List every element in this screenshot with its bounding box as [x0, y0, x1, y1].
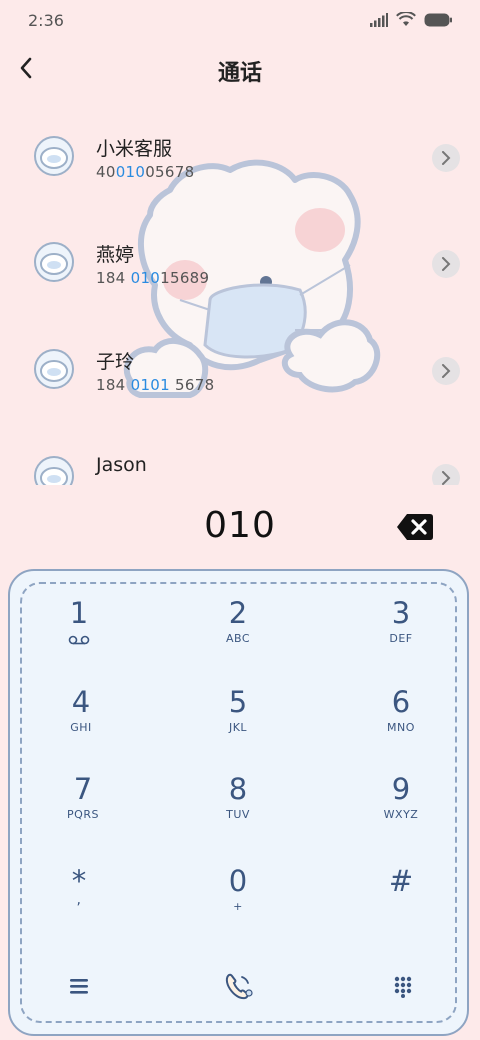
contact-detail-button[interactable]	[432, 250, 460, 278]
key-letters: +	[233, 900, 243, 913]
battery-icon	[424, 13, 452, 26]
key-digit: 6	[391, 685, 411, 719]
contact-row[interactable]: 燕婷 184 01015689	[0, 216, 480, 306]
key-digit: #	[388, 864, 414, 898]
key-star[interactable]: * ,	[14, 864, 144, 944]
contact-detail-button[interactable]	[432, 464, 460, 485]
key-digit: 0	[228, 864, 248, 898]
key-letters: WXYZ	[383, 808, 419, 821]
contact-name: 小米客服	[96, 138, 173, 160]
contact-row[interactable]: Jason	[0, 430, 480, 485]
key-digit: 9	[391, 772, 411, 806]
key-1[interactable]: 1	[14, 596, 144, 676]
contact-avatar	[34, 456, 74, 485]
contact-number: 184 0101 5678	[96, 376, 215, 394]
key-digit: 1	[69, 596, 89, 630]
key-0[interactable]: 0 +	[173, 864, 303, 944]
contact-row[interactable]: 子玲 184 0101 5678	[0, 323, 480, 413]
status-bar: 2:36	[0, 0, 480, 40]
key-digit: 5	[228, 685, 248, 719]
contact-row[interactable]: 小米客服 4001005678	[0, 110, 480, 200]
key-digit: 7	[73, 772, 93, 806]
wifi-icon	[396, 12, 416, 26]
key-letters: JKL	[228, 721, 248, 734]
dialpad-icon	[394, 976, 412, 998]
key-7[interactable]: 7 PQRS	[18, 772, 148, 852]
contact-name: 子玲	[96, 351, 135, 373]
dialpad-toggle-button[interactable]	[393, 976, 413, 1002]
contact-name: Jason	[96, 454, 147, 476]
contact-number: 184 01015689	[96, 269, 210, 287]
key-4[interactable]: 4 GHI	[16, 685, 146, 765]
key-hash[interactable]: #	[336, 864, 466, 944]
chevron-right-icon	[442, 151, 451, 165]
delete-button[interactable]	[396, 512, 434, 542]
key-5[interactable]: 5 JKL	[173, 685, 303, 765]
contact-detail-button[interactable]	[432, 144, 460, 172]
chevron-right-icon	[442, 471, 451, 485]
contact-detail-button[interactable]	[432, 357, 460, 385]
key-letters: ABC	[225, 632, 251, 645]
key-9[interactable]: 9 WXYZ	[336, 772, 466, 852]
key-8[interactable]: 8 TUV	[173, 772, 303, 852]
page-title: 通话	[217, 61, 262, 86]
key-letters: DEF	[389, 632, 413, 645]
backspace-icon	[397, 514, 433, 540]
chevron-right-icon	[442, 364, 451, 378]
call-icon	[225, 973, 253, 1000]
status-icons	[370, 12, 452, 27]
contact-number: 4001005678	[96, 163, 195, 181]
status-time: 2:36	[28, 11, 64, 30]
contact-avatar	[34, 242, 74, 282]
key-digit: 8	[228, 772, 248, 806]
key-letters: TUV	[226, 808, 250, 821]
contact-list[interactable]: 小米客服 4001005678 燕婷 184 01015689 子玲 184 0…	[0, 110, 480, 485]
signal-icon	[370, 12, 388, 27]
key-digit: 4	[71, 685, 91, 719]
key-letters: MNO	[387, 721, 415, 734]
call-button[interactable]	[222, 969, 256, 1007]
key-3[interactable]: 3 DEF	[336, 596, 466, 676]
voicemail-icon	[68, 635, 90, 645]
menu-button[interactable]	[68, 976, 90, 1000]
dial-keypad: 1 2 ABC 3 DEF 4 GHI 5 JKL 6 MNO 7 PQRS 8…	[8, 569, 469, 1036]
key-letters: GHI	[70, 721, 92, 734]
chevron-right-icon	[442, 257, 451, 271]
key-letters: PQRS	[67, 808, 99, 821]
key-2[interactable]: 2 ABC	[173, 596, 303, 676]
contact-name: 燕婷	[96, 244, 135, 266]
key-6[interactable]: 6 MNO	[336, 685, 466, 765]
contact-avatar	[34, 349, 74, 389]
key-digit: 3	[391, 596, 411, 630]
key-digit: 2	[228, 596, 248, 630]
contact-avatar	[34, 136, 74, 176]
key-letters: ,	[76, 892, 82, 908]
menu-icon	[70, 979, 88, 994]
